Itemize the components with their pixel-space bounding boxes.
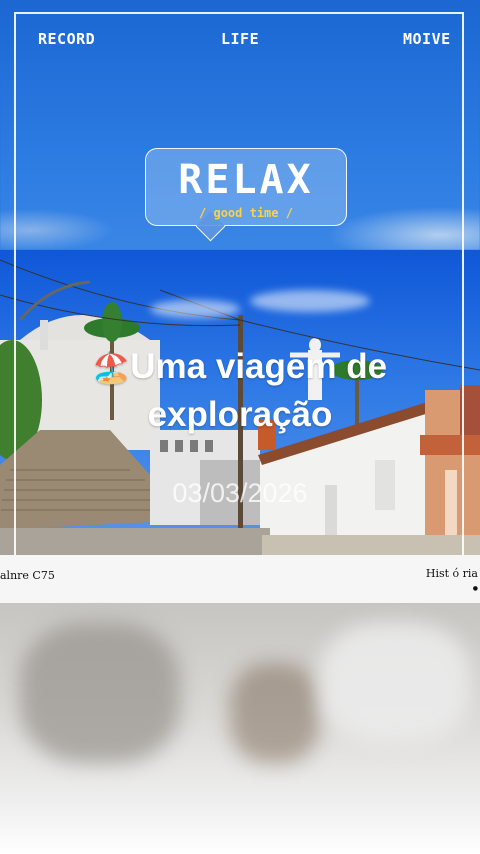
road <box>0 528 270 555</box>
relax-badge: RELAX / good time / <box>145 148 347 242</box>
film-strip: alnre C75 Hist ó ria ● <box>0 555 480 603</box>
blurred-photo-bottom <box>0 603 480 854</box>
cloud <box>150 300 240 318</box>
relax-subtitle: / good time / <box>199 206 293 220</box>
caption-line-2: exploração <box>147 395 333 434</box>
nav-moive: MOIVE <box>403 30 451 48</box>
strip-right-label: Hist ó ria <box>425 567 478 580</box>
caption-text-1: Uma viagem de <box>130 347 388 386</box>
nav-record: RECORD <box>38 30 96 48</box>
nav-life: LIFE <box>221 30 260 48</box>
beach-umbrella-icon: 🏖️ <box>92 352 131 385</box>
date-overlay: 03/03/2026 <box>172 478 308 508</box>
cloud <box>250 290 370 312</box>
strip-left-label: alnre C75 <box>0 569 55 582</box>
relax-title: RELAX <box>178 157 314 203</box>
caption-line-1: 🏖️Uma viagem de <box>0 344 480 391</box>
strip-dot: ● <box>472 585 478 592</box>
